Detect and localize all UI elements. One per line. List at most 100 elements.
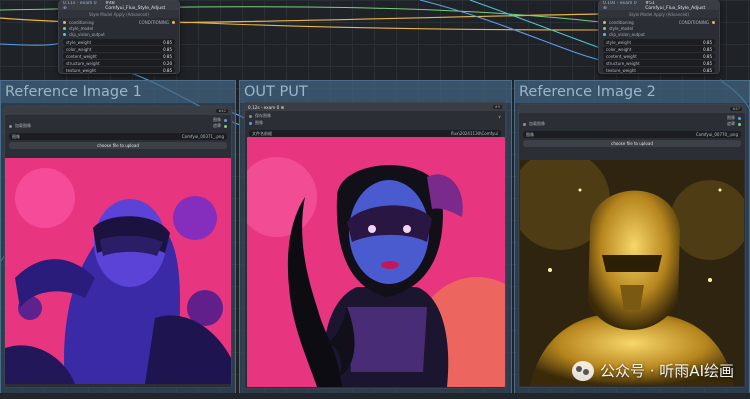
widget-value: 0.85 xyxy=(703,53,712,59)
node-exec-badge: 0.10s - exam 0 ⊕ xyxy=(603,0,637,11)
texture-weight-widget[interactable]: texture_weight 0.85 xyxy=(603,67,715,73)
node-header[interactable]: #42 xyxy=(5,107,231,115)
reference-image-1-preview xyxy=(5,158,231,384)
structure-weight-widget[interactable]: structure_weight 0.85 xyxy=(603,60,715,66)
widget-value: flux\20241130\Comfyui xyxy=(451,131,498,136)
node-header[interactable]: #47 xyxy=(519,105,745,113)
socket-dot-icon xyxy=(172,20,175,24)
widget-value: 0.85 xyxy=(703,60,712,66)
socket-dot-icon xyxy=(738,116,741,120)
node-exec-badge: 0.12s - exam 0 ⊕ xyxy=(248,104,285,110)
widget-label: texture_weight xyxy=(66,67,96,73)
widget-value: Comfyui_00770_.png xyxy=(695,132,738,137)
filename-prefix-field[interactable]: 文件名前缀 flux\20241130\Comfyui xyxy=(249,130,501,137)
wechat-icon xyxy=(572,360,594,381)
widget-label: style_weight xyxy=(66,39,92,45)
socket-dot-icon xyxy=(63,20,66,24)
node-header[interactable]: 0.11s - exam 0 ⊕ #48 Comfyui_Flux_Style_… xyxy=(59,0,179,11)
socket-dot-icon xyxy=(738,122,741,126)
socket-label: CONDITIONING xyxy=(678,19,709,25)
socket-dot-icon xyxy=(603,32,606,36)
socket-dot-icon xyxy=(712,20,715,24)
socket-dot-icon xyxy=(63,32,66,36)
node-title: 加载图像 xyxy=(15,123,31,128)
socket-dot-icon xyxy=(63,26,66,30)
style-weight-widget[interactable]: style_weight 0.85 xyxy=(603,39,715,45)
widget-value: 0.85 xyxy=(163,67,172,73)
socket-label: conditioning xyxy=(609,19,634,25)
collapse-dot-icon[interactable] xyxy=(249,114,252,118)
node-canvas[interactable]: 0.11s - exam 0 ⊕ #48 Comfyui_Flux_Style_… xyxy=(0,0,750,399)
node-title-row: 加载图像 遮罩 xyxy=(519,119,745,129)
widget-value: 0.85 xyxy=(163,39,172,45)
socket-dot-icon xyxy=(224,118,227,122)
color-weight-widget[interactable]: color_weight 0.85 xyxy=(63,46,175,52)
socket-label: CONDITIONING xyxy=(138,19,169,25)
node-exec-badge: 0.11s - exam 0 ⊕ xyxy=(63,0,97,11)
widget-label: 图像 xyxy=(12,133,20,139)
collapse-dot-icon[interactable] xyxy=(523,122,526,126)
node-id-badge: #9 xyxy=(492,105,502,109)
upload-button[interactable]: choose file to upload xyxy=(523,140,741,147)
node-title-row: 加载图像 遮罩 xyxy=(5,121,231,131)
widget-value: 0.85 xyxy=(163,46,172,52)
socket-label: 图像 xyxy=(255,120,263,125)
output-mask-label[interactable]: 遮罩 xyxy=(727,121,735,127)
group-title[interactable]: OUT PUT xyxy=(240,81,511,103)
content-weight-widget[interactable]: content_weight 0.85 xyxy=(603,53,715,59)
widget-label: structure_weight xyxy=(66,60,100,66)
output-conditioning[interactable]: CONDITIONING xyxy=(139,19,175,25)
widget-label: 图像 xyxy=(526,131,534,137)
image-select[interactable]: 图像 Comfyui_00770_.png xyxy=(523,131,741,138)
reference-image-2-preview xyxy=(520,160,744,386)
socket-dot-icon xyxy=(249,121,252,125)
node-title: 保存图像 xyxy=(255,113,271,118)
node-id-badge: #42 xyxy=(216,109,228,113)
socket-dot-icon xyxy=(603,20,606,24)
input-image[interactable]: 图像 xyxy=(245,118,505,128)
output-image-preview xyxy=(247,137,505,387)
widget-label: color_weight xyxy=(606,46,632,52)
watermark-text: 公众号 · 听雨AI绘画 xyxy=(600,362,734,380)
style-weight-widget[interactable]: style_weight 0.85 xyxy=(63,39,175,45)
input-clip-vision[interactable]: clip_vision_output xyxy=(603,31,645,37)
node-subtitle: Style Model Apply (Advanced) xyxy=(599,10,719,18)
node-header[interactable]: 0.12s - exam 0 ⊕ #9 xyxy=(245,103,505,111)
structure-weight-widget[interactable]: structure_weight 0.20 xyxy=(63,60,175,66)
texture-weight-widget[interactable]: texture_weight 0.85 xyxy=(63,67,175,73)
output-mask-label[interactable]: 遮罩 xyxy=(213,123,221,129)
group-title[interactable]: Reference Image 2 xyxy=(515,81,749,103)
style-adjust-node-51[interactable]: 0.10s - exam 0 ⊕ #51 Comfyui_Flux_Style_… xyxy=(598,0,720,74)
widget-label: content_weight xyxy=(606,53,637,59)
widget-label: texture_weight xyxy=(606,67,636,73)
widget-label: color_weight xyxy=(66,46,92,52)
node-title: 加载图像 xyxy=(529,121,545,126)
group-title[interactable]: Reference Image 1 xyxy=(1,81,235,103)
collapse-dot-icon[interactable] xyxy=(9,124,12,128)
socket-label: conditioning xyxy=(69,19,94,25)
node-header[interactable]: 0.10s - exam 0 ⊕ #51 Comfyui_Flux_Style_… xyxy=(599,0,719,11)
socket-label: clip_vision_output xyxy=(69,31,105,37)
upload-button[interactable]: choose file to upload xyxy=(9,142,227,149)
widget-value: Comfyui_00371_.png xyxy=(181,134,224,139)
input-clip-vision[interactable]: clip_vision_output xyxy=(63,31,105,37)
image-select[interactable]: 图像 Comfyui_00371_.png xyxy=(9,133,227,140)
widget-value: 0.85 xyxy=(703,67,712,73)
output-conditioning[interactable]: CONDITIONING xyxy=(679,19,715,25)
color-weight-widget[interactable]: color_weight 0.85 xyxy=(603,46,715,52)
style-adjust-node-48[interactable]: 0.11s - exam 0 ⊕ #48 Comfyui_Flux_Style_… xyxy=(58,0,180,74)
socket-dot-icon xyxy=(603,26,606,30)
node-sockets: conditioning style_model clip_vision_out… xyxy=(59,18,179,38)
widget-value: 0.85 xyxy=(703,39,712,45)
widget-label: structure_weight xyxy=(606,60,640,66)
widget-value: 0.85 xyxy=(703,46,712,52)
node-sockets: conditioning style_model clip_vision_out… xyxy=(599,18,719,38)
widget-label: style_weight xyxy=(606,39,632,45)
node-title: #48 Comfyui_Flux_Style_Adjust xyxy=(105,0,166,11)
content-weight-widget[interactable]: content_weight 0.85 xyxy=(63,53,175,59)
horizontal-scrollbar[interactable] xyxy=(0,393,750,399)
socket-label: clip_vision_output xyxy=(609,31,645,37)
chevron-down-icon[interactable]: ∨ xyxy=(498,114,501,119)
socket-label: style_model xyxy=(69,25,94,31)
widget-label: 文件名前缀 xyxy=(252,130,272,136)
